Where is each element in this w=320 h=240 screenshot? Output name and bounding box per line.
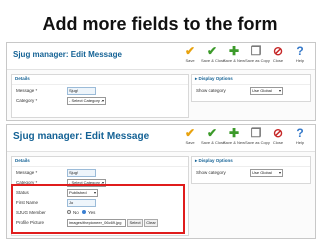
details-heading: Details bbox=[12, 75, 188, 85]
save-new-button[interactable]: ✚ Save & New bbox=[223, 126, 245, 145]
profile-picture-label: Profile Picture bbox=[16, 220, 45, 225]
edit-message-panel-after: Sjug manager: Edit Message ✔ Save ✔ Save &… bbox=[6, 124, 316, 239]
chevron-down-icon: ▾ bbox=[101, 180, 104, 185]
save-button[interactable]: ✔ Save bbox=[179, 126, 201, 145]
select-picture-button[interactable]: Select bbox=[127, 219, 143, 227]
edit-message-panel-before: Sjug manager: Edit Message ✔ Save ✔ Save &… bbox=[6, 42, 316, 121]
toolbar-buttons: ✔ Save ✔ Save & Close ✚ Save & New ❐ Save as… bbox=[179, 44, 311, 63]
details-section: Details Message * Sjug! Category * - Sel… bbox=[11, 74, 189, 118]
toolbar-buttons: ✔ Save ✔ Save & Close ✚ Save & New ❐ Save as… bbox=[179, 126, 311, 145]
display-options-heading[interactable]: ▸ Display Options bbox=[192, 75, 310, 85]
toolbar: Sjug manager: Edit Message ✔ Save ✔ Save &… bbox=[7, 43, 315, 70]
category-row: Category * - Select Category - ▾ bbox=[12, 95, 188, 105]
cancel-icon: ⊘ bbox=[272, 126, 284, 140]
plus-icon: ✚ bbox=[228, 126, 240, 140]
save-icon: ✔ bbox=[184, 126, 196, 140]
help-button[interactable]: ? Help bbox=[289, 126, 311, 145]
save-copy-button[interactable]: ❐ Save as Copy bbox=[245, 44, 270, 63]
help-button[interactable]: ? Help bbox=[289, 44, 311, 63]
category-row: Category * - Select Category - ▾ bbox=[12, 177, 188, 187]
check-icon: ✔ bbox=[206, 44, 218, 58]
plus-icon: ✚ bbox=[228, 44, 240, 58]
save-button[interactable]: ✔ Save bbox=[179, 44, 201, 63]
message-row: Message * Sjug! bbox=[12, 85, 188, 95]
chevron-down-icon: ▾ bbox=[93, 190, 96, 195]
display-options-section: ▸ Display Options Show category Use Glob… bbox=[191, 74, 311, 102]
close-button[interactable]: ⊘ Close bbox=[267, 44, 289, 63]
close-button[interactable]: ⊘ Close bbox=[267, 126, 289, 145]
copy-icon: ❐ bbox=[250, 44, 262, 58]
category-label: Category * bbox=[16, 98, 38, 103]
status-label: Status bbox=[16, 190, 29, 195]
save-close-button[interactable]: ✔ Save & Close bbox=[201, 126, 225, 145]
category-select[interactable]: - Select Category - ▾ bbox=[67, 97, 106, 105]
member-row: SJUG Member No Yes bbox=[12, 207, 188, 217]
chevron-down-icon: ▾ bbox=[101, 98, 104, 103]
status-row: Status Published ▾ bbox=[12, 187, 188, 197]
display-options-heading[interactable]: ▸ Display Options bbox=[192, 157, 310, 167]
member-yes-radio[interactable] bbox=[82, 210, 86, 214]
chevron-down-icon: ▾ bbox=[278, 170, 281, 175]
save-copy-button[interactable]: ❐ Save as Copy bbox=[245, 126, 270, 145]
category-label: Category * bbox=[16, 180, 38, 185]
member-no-radio[interactable] bbox=[67, 210, 71, 214]
profile-picture-input[interactable]: images/thepioneer_06c69.jpg bbox=[67, 219, 126, 227]
page-title: Sjug manager: Edit Message bbox=[13, 50, 122, 59]
profile-picture-row: Profile Picture images/thepioneer_06c69.… bbox=[12, 217, 188, 227]
member-label: SJUG Member bbox=[16, 210, 46, 215]
help-icon: ? bbox=[296, 126, 304, 140]
message-row: Message * Sjug! bbox=[12, 167, 188, 177]
show-category-select[interactable]: Use Global ▾ bbox=[250, 87, 283, 95]
message-input[interactable]: Sjug! bbox=[67, 169, 96, 177]
display-options-section: ▸ Display Options Show category Use Glob… bbox=[191, 156, 311, 184]
first-name-label: First Name bbox=[16, 200, 39, 205]
member-yes-label: Yes bbox=[88, 210, 96, 215]
message-input[interactable]: Sjug! bbox=[67, 87, 96, 95]
member-no-label: No bbox=[73, 210, 79, 215]
help-icon: ? bbox=[296, 44, 304, 58]
clear-picture-button[interactable]: Clear bbox=[144, 219, 158, 227]
cancel-icon: ⊘ bbox=[272, 44, 284, 58]
status-select[interactable]: Published ▾ bbox=[67, 189, 98, 197]
page-title: Sjug manager: Edit Message bbox=[13, 131, 150, 142]
save-new-button[interactable]: ✚ Save & New bbox=[223, 44, 245, 63]
first-name-input[interactable]: Jo bbox=[67, 199, 96, 207]
save-close-button[interactable]: ✔ Save & Close bbox=[201, 44, 225, 63]
slide-title: Add more fields to the form bbox=[42, 14, 278, 34]
details-heading: Details bbox=[12, 157, 188, 167]
first-name-row: First Name Jo bbox=[12, 197, 188, 207]
save-icon: ✔ bbox=[184, 44, 196, 58]
category-select[interactable]: - Select Category - ▾ bbox=[67, 179, 106, 187]
show-category-label: Show category bbox=[196, 88, 226, 93]
check-icon: ✔ bbox=[206, 126, 218, 140]
toolbar: Sjug manager: Edit Message ✔ Save ✔ Save &… bbox=[7, 125, 315, 152]
details-section: Details Message * Sjug! Category * - Sel… bbox=[11, 156, 189, 236]
show-category-row: Show category Use Global ▾ bbox=[192, 167, 310, 177]
show-category-label: Show category bbox=[196, 170, 226, 175]
message-label: Message * bbox=[16, 88, 38, 93]
show-category-select[interactable]: Use Global ▾ bbox=[250, 169, 283, 177]
copy-icon: ❐ bbox=[250, 126, 262, 140]
message-label: Message * bbox=[16, 170, 38, 175]
show-category-row: Show category Use Global ▾ bbox=[192, 85, 310, 95]
chevron-down-icon: ▾ bbox=[278, 88, 281, 93]
